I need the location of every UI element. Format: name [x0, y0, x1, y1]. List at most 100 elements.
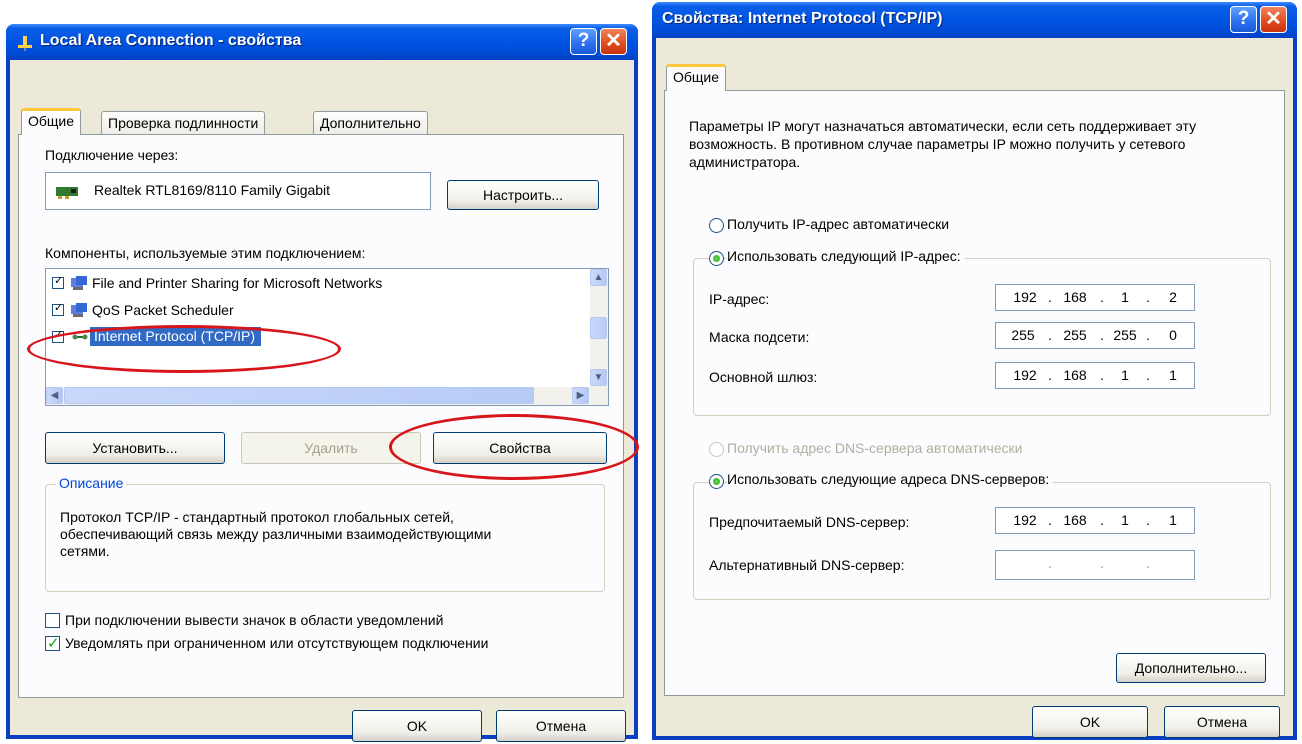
tab-general[interactable]: Общие — [666, 64, 727, 91]
show-icon-checkbox[interactable] — [45, 613, 60, 628]
scroll-left-arrow-icon[interactable]: ◀ — [46, 387, 63, 404]
properties-highlight-ellipse — [389, 414, 639, 480]
gateway-octet: 192 — [1013, 367, 1037, 383]
tcpip-titlebar[interactable]: Свойства: Internet Protocol (TCP/IP) ? ✕ — [652, 2, 1297, 38]
show-icon-label: При подключении вывести значок в области… — [65, 612, 444, 628]
octet-dot: . — [1146, 555, 1150, 571]
tab-advanced[interactable]: Дополнительно — [313, 111, 428, 135]
adapter-name: Realtek RTL8169/8110 Family Gigabit — [94, 182, 331, 198]
advanced-button[interactable]: Дополнительно... — [1116, 653, 1266, 683]
ok-button-label: OK — [1079, 714, 1101, 730]
cancel-button[interactable]: Отмена — [496, 710, 626, 742]
tcpip-general-panel: Параметры IP могут назначаться автоматич… — [664, 90, 1285, 696]
service-icon — [71, 303, 87, 317]
install-button-label: Установить... — [92, 440, 178, 456]
ok-button-label: OK — [406, 718, 428, 734]
description-title: Описание — [56, 475, 127, 491]
tcpip-window-title: Свойства: Internet Protocol (TCP/IP) — [662, 10, 943, 27]
octet-dot: . — [1048, 327, 1052, 343]
service-icon — [71, 276, 87, 290]
connect-via-label: Подключение через: — [45, 147, 179, 163]
octet-dot: . — [1048, 289, 1052, 305]
auto-ip-radio[interactable] — [709, 218, 724, 233]
cancel-button[interactable]: Отмена — [1164, 706, 1280, 738]
scroll-thumb[interactable] — [590, 317, 607, 339]
gateway-octet: 1 — [1169, 367, 1177, 383]
cancel-button-label: Отмена — [1196, 714, 1248, 730]
install-button[interactable]: Установить... — [45, 432, 225, 464]
lan-window-title: Local Area Connection - свойства — [40, 32, 302, 49]
octet-dot: . — [1100, 555, 1104, 571]
help-button[interactable]: ? — [570, 28, 597, 55]
hscroll-thumb[interactable] — [64, 387, 534, 404]
mask-octet: 255 — [1063, 327, 1087, 343]
alternate-dns-label: Альтернативный DNS-сервер: — [709, 557, 905, 573]
component-file-printer-sharing[interactable]: File and Printer Sharing for Microsoft N… — [52, 274, 592, 294]
dns-octet: 168 — [1063, 512, 1087, 528]
octet-dot: . — [1048, 367, 1052, 383]
subnet-mask-label: Маска подсети: — [709, 329, 810, 345]
ok-button[interactable]: OK — [1032, 706, 1148, 738]
gateway-label: Основной шлюз: — [709, 369, 818, 385]
network-connection-icon — [18, 36, 32, 51]
octet-dot: . — [1048, 555, 1052, 571]
dns-groupbox — [693, 482, 1271, 600]
configure-button[interactable]: Настроить... — [447, 180, 599, 210]
mask-octet: 255 — [1113, 327, 1137, 343]
auto-dns-radio — [709, 442, 724, 457]
description-text: Протокол TCP/IP - стандартный протокол г… — [60, 509, 492, 559]
tcpip-properties-window: Свойства: Internet Protocol (TCP/IP) ? ✕… — [652, 2, 1297, 740]
ip-octet: 192 — [1013, 289, 1037, 305]
components-vscrollbar[interactable]: ▲ ▼ — [590, 269, 608, 387]
dns-octet: 1 — [1121, 512, 1129, 528]
cancel-button-label: Отмена — [535, 718, 587, 734]
ok-button[interactable]: OK — [352, 710, 482, 742]
lan-titlebar[interactable]: Local Area Connection - свойства ? ✕ — [6, 24, 638, 60]
check-icon: ✓ — [47, 635, 60, 652]
notify-label: Уведомлять при ограниченном или отсутств… — [65, 635, 489, 651]
preferred-dns-field[interactable]: 192. 168. 1. 1 — [995, 507, 1195, 534]
ip-octet: 168 — [1063, 289, 1087, 305]
tab-authentication[interactable]: Проверка подлинности — [101, 111, 266, 135]
gateway-field[interactable]: 192. 168. 1. 1 — [995, 362, 1195, 389]
manual-dns-radio[interactable] — [709, 474, 724, 489]
octet-dot: . — [1146, 512, 1150, 528]
help-button[interactable]: ? — [1230, 6, 1257, 33]
scroll-right-arrow-icon[interactable]: ▶ — [572, 387, 589, 404]
component-label: QoS Packet Scheduler — [92, 302, 234, 318]
component-label: File and Printer Sharing for Microsoft N… — [92, 275, 383, 291]
mask-octet: 0 — [1169, 327, 1177, 343]
component-checkbox[interactable] — [52, 301, 64, 316]
subnet-mask-field[interactable]: 255. 255. 255. 0 — [995, 322, 1195, 349]
intro-text: Параметры IP могут назначаться автоматич… — [689, 118, 1197, 170]
preferred-dns-label: Предпочитаемый DNS-сервер: — [709, 514, 910, 530]
tab-authentication-label: Проверка подлинности — [108, 115, 259, 131]
manual-ip-radio[interactable] — [709, 251, 724, 266]
ip-address-field[interactable]: 192. 168. 1. 2 — [995, 284, 1195, 311]
close-button[interactable]: ✕ — [1260, 6, 1287, 33]
scroll-down-arrow-icon[interactable]: ▼ — [590, 369, 607, 386]
configure-button-label: Настроить... — [482, 187, 564, 203]
octet-dot: . — [1100, 367, 1104, 383]
manual-ip-label: Использовать следующий IP-адрес: — [727, 248, 965, 264]
auto-dns-label: Получить адрес DNS-сервера автоматически — [727, 440, 1023, 456]
ip-octet: 2 — [1169, 289, 1177, 305]
component-qos-packet-scheduler[interactable]: QoS Packet Scheduler — [52, 301, 592, 321]
components-hscrollbar[interactable]: ◀ ▶ — [46, 387, 608, 405]
close-button[interactable]: ✕ — [600, 28, 627, 55]
tab-advanced-label: Дополнительно — [320, 115, 421, 131]
gateway-octet: 1 — [1121, 367, 1129, 383]
adapter-field: Realtek RTL8169/8110 Family Gigabit — [45, 172, 431, 210]
scroll-up-arrow-icon[interactable]: ▲ — [590, 269, 607, 286]
alternate-dns-field[interactable]: . . . — [995, 550, 1195, 580]
tcpip-client-area: Общие Параметры IP могут назначаться авт… — [656, 38, 1293, 738]
tab-general[interactable]: Общие — [21, 108, 82, 135]
advanced-button-label: Дополнительно... — [1134, 660, 1248, 676]
octet-dot: . — [1146, 327, 1150, 343]
notify-checkbox[interactable]: ✓ — [45, 635, 60, 652]
network-adapter-icon — [56, 187, 78, 199]
octet-dot: . — [1100, 512, 1104, 528]
mask-octet: 255 — [1011, 327, 1035, 343]
dns-octet: 1 — [1169, 512, 1177, 528]
component-checkbox[interactable] — [52, 274, 64, 289]
